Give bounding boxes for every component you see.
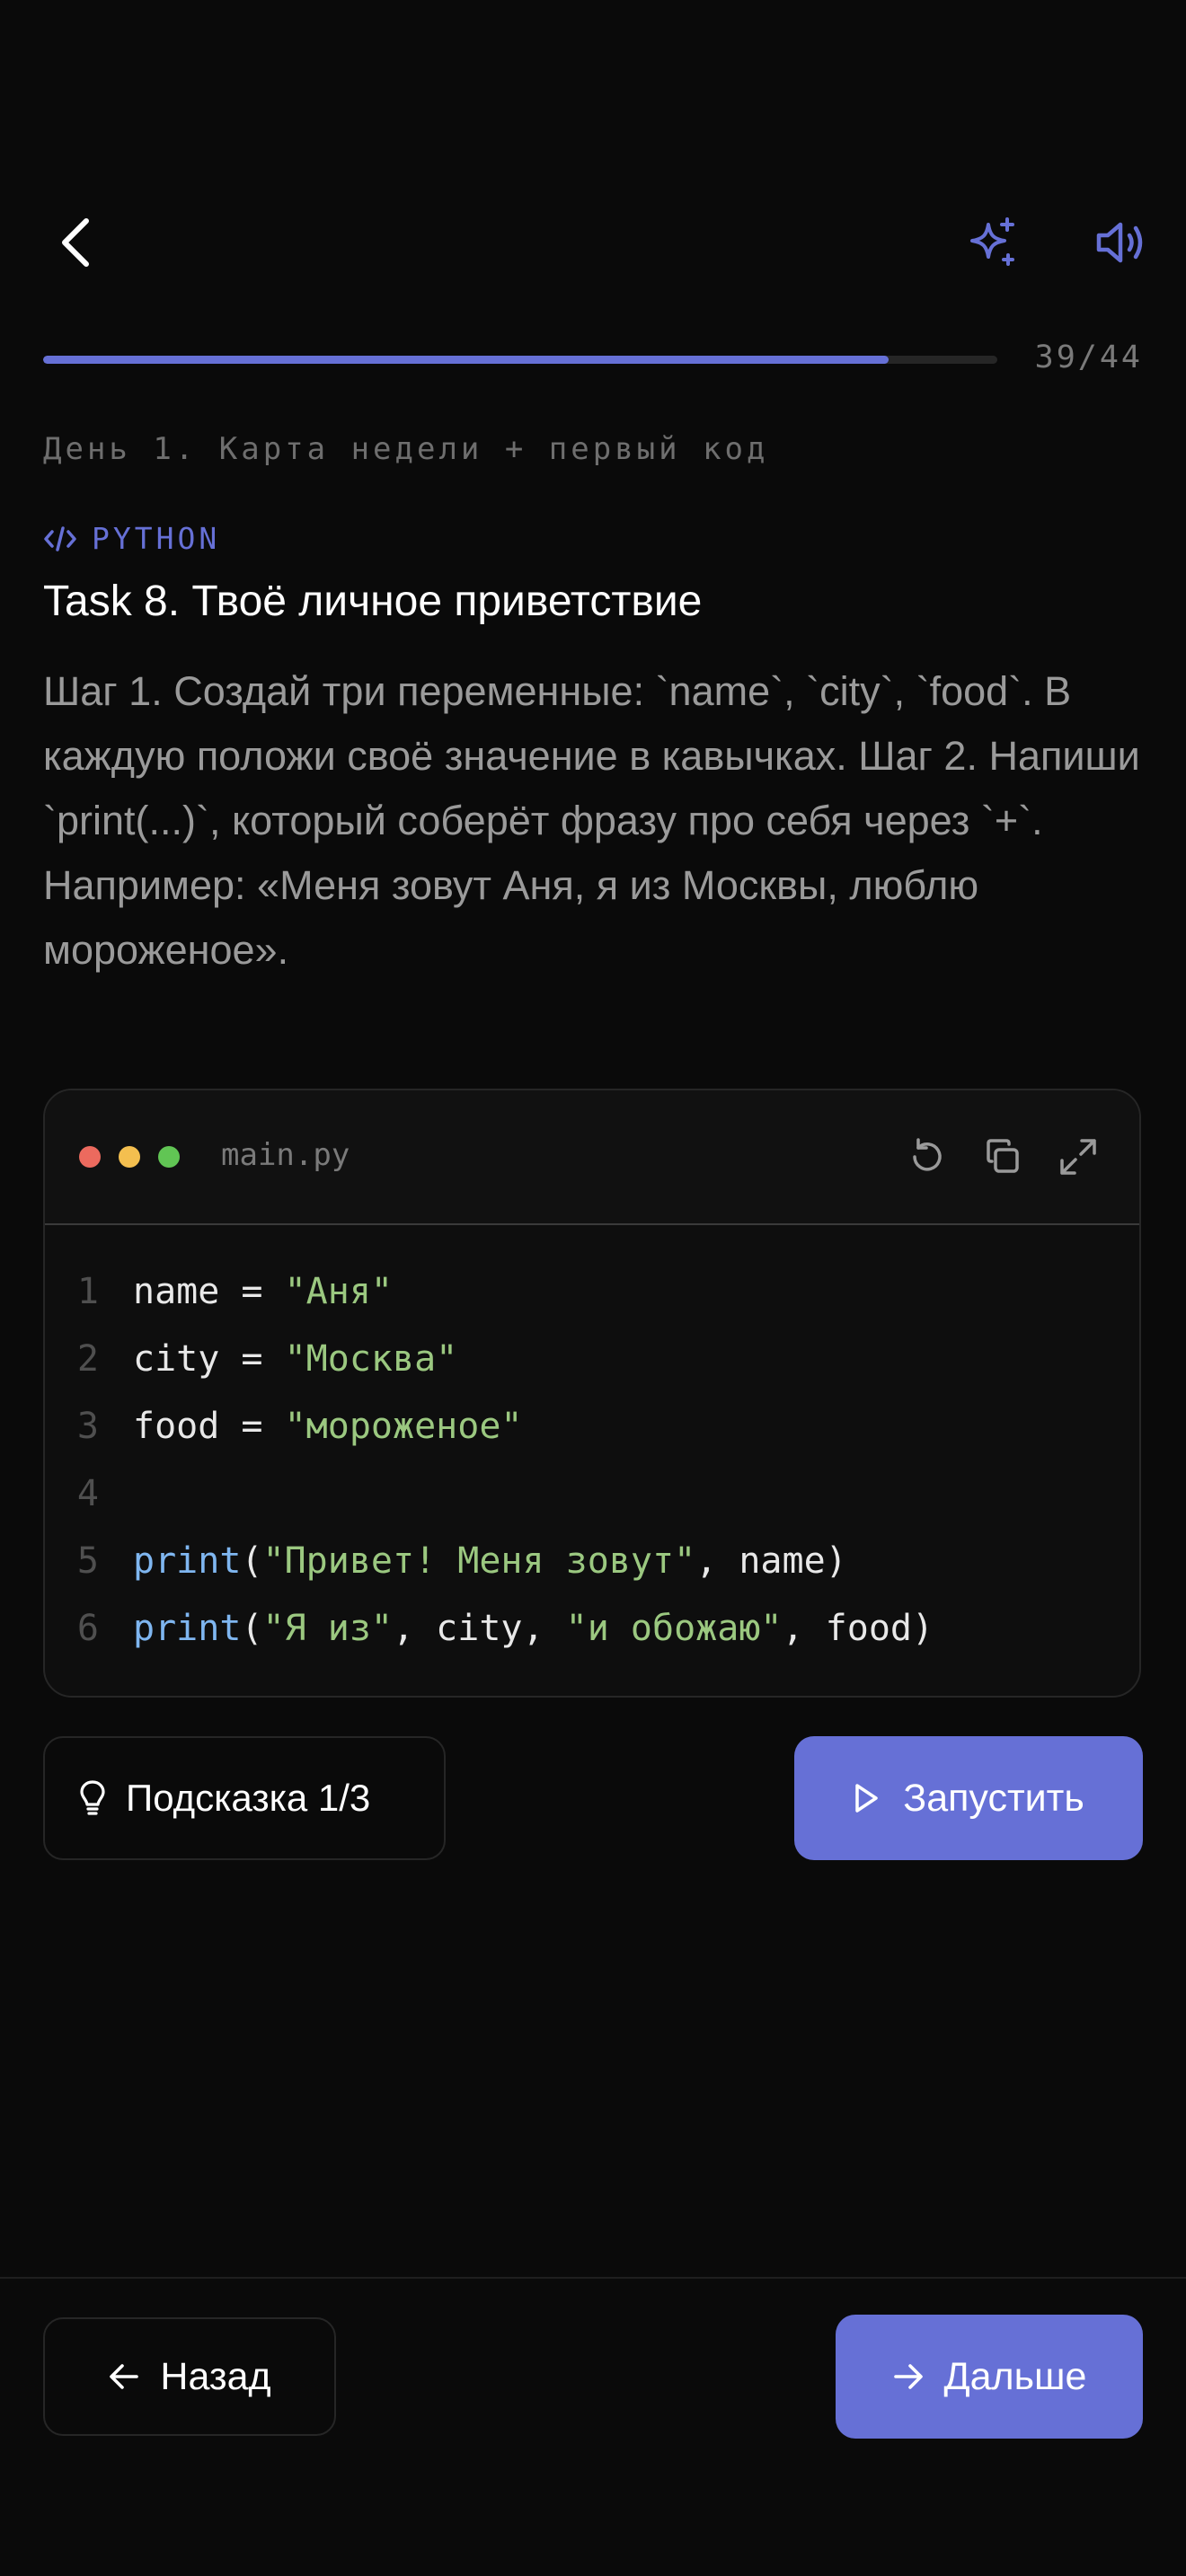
- task-title: Task 8. Твоё личное приветствие: [43, 578, 703, 625]
- run-button[interactable]: Запустить: [794, 1736, 1143, 1860]
- line-number: 6: [76, 1607, 99, 1649]
- code-token: food =: [133, 1405, 285, 1447]
- audio-button[interactable]: [1087, 207, 1155, 278]
- line-number: 1: [76, 1270, 99, 1312]
- nav-next-button[interactable]: Дальше: [836, 2315, 1143, 2439]
- arrow-right-icon: [892, 2362, 925, 2391]
- window-dot-red: [79, 1146, 101, 1168]
- arrow-left-icon: [108, 2362, 140, 2391]
- code-area[interactable]: 1 name = "Аня" 2 city = "Москва" 3 food = "мо…: [45, 1257, 1139, 1662]
- run-label: Запустить: [903, 1776, 1084, 1820]
- code-token: , food): [782, 1607, 934, 1649]
- line-number: 4: [76, 1472, 99, 1514]
- code-token: name =: [133, 1270, 285, 1312]
- nav-back-label: Назад: [160, 2354, 271, 2398]
- copy-icon[interactable]: [978, 1132, 1028, 1182]
- code-token: "Я из": [262, 1607, 394, 1649]
- code-token: print: [133, 1607, 242, 1649]
- code-line: 2 city = "Москва": [45, 1325, 1139, 1392]
- code-token: , name): [695, 1539, 847, 1582]
- window-dot-yellow: [119, 1146, 140, 1168]
- code-line: 4: [45, 1460, 1139, 1527]
- line-number: 3: [76, 1405, 99, 1447]
- line-number: 5: [76, 1539, 99, 1582]
- progress-bar: [43, 356, 997, 364]
- footer-divider: [0, 2277, 1186, 2279]
- back-button[interactable]: [43, 207, 108, 278]
- code-icon: [43, 525, 77, 552]
- lightbulb-icon: [79, 1779, 106, 1817]
- task-description: Шаг 1. Создай три переменные: `name`, `c…: [43, 668, 1140, 973]
- sparkles-icon: [965, 216, 1019, 269]
- progress-counter: 39/44: [1034, 340, 1143, 375]
- window-dot-green: [158, 1146, 180, 1168]
- hint-button[interactable]: Подсказка 1/3: [43, 1736, 446, 1860]
- code-token: "и обожаю": [565, 1607, 783, 1649]
- code-line: 5 print("Привет! Меня зовут", name): [45, 1527, 1139, 1594]
- progress-fill: [43, 356, 889, 364]
- line-number: 2: [76, 1337, 99, 1380]
- language-label: PYTHON: [92, 521, 221, 556]
- code-token: city =: [133, 1337, 285, 1380]
- expand-icon[interactable]: [1053, 1132, 1103, 1182]
- nav-back-button[interactable]: Назад: [43, 2317, 336, 2436]
- play-icon: [853, 1782, 880, 1814]
- language-tag: PYTHON: [43, 521, 220, 556]
- lesson-day-label: День 1. Карта недели + первый код: [43, 431, 769, 467]
- editor-header: main.py: [45, 1090, 1139, 1225]
- chevron-left-icon: [56, 216, 95, 269]
- code-token: "мороженое": [284, 1405, 523, 1447]
- editor-filename: main.py: [221, 1137, 350, 1173]
- code-token: print: [133, 1539, 242, 1582]
- code-line: 6 print("Я из", city, "и обожаю", food): [45, 1594, 1139, 1662]
- code-token: (: [241, 1607, 263, 1649]
- code-token: , city,: [393, 1607, 566, 1649]
- reset-icon[interactable]: [902, 1132, 952, 1182]
- code-editor: main.py 1 name = "Аня" 2 city = "Москва" 3 fo…: [43, 1089, 1141, 1698]
- speaker-icon: [1093, 217, 1149, 268]
- code-token: (: [241, 1539, 263, 1582]
- code-token: "Москва": [284, 1337, 458, 1380]
- ai-assistant-button[interactable]: [958, 207, 1026, 278]
- code-line: 1 name = "Аня": [45, 1257, 1139, 1325]
- nav-next-label: Дальше: [943, 2354, 1087, 2398]
- hint-label: Подсказка 1/3: [126, 1777, 371, 1819]
- code-token: "Привет! Меня зовут": [262, 1539, 696, 1582]
- code-token: "Аня": [284, 1270, 393, 1312]
- code-line: 3 food = "мороженое": [45, 1392, 1139, 1460]
